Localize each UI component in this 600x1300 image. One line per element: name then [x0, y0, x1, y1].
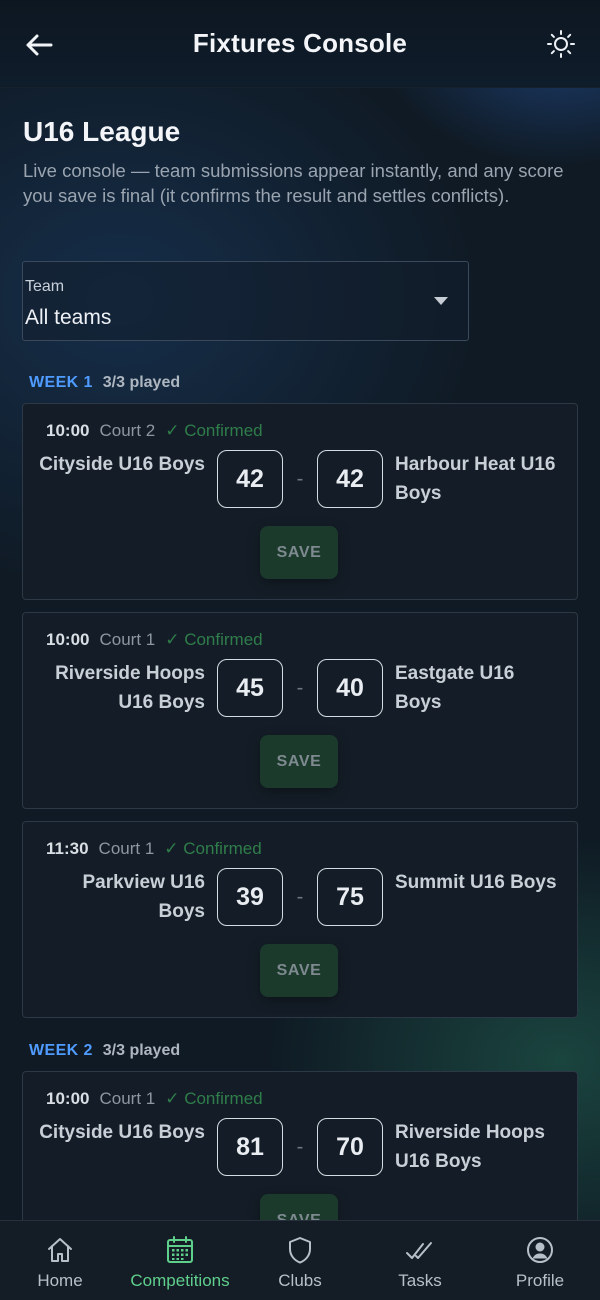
league-description: Live console — team submissions appear i…	[23, 160, 564, 206]
week-header: WEEK 1 3/3 played	[29, 374, 180, 392]
fixture-court: Court 2	[99, 421, 156, 440]
fixture-card: 10:00 Court 1 ✓ Confirmed Riverside Hoop…	[22, 612, 578, 809]
fixture-time: 10:00	[46, 630, 90, 649]
arrow-left-icon	[26, 34, 53, 56]
week-played-count: 3/3 played	[102, 1042, 181, 1059]
home-icon	[48, 1238, 72, 1262]
fixture-status: ✓ Confirmed	[165, 630, 263, 649]
team-select[interactable]: Team All teams	[22, 261, 469, 341]
week-label: WEEK 2	[29, 1042, 93, 1059]
shield-icon	[289, 1237, 311, 1264]
save-button[interactable]: SAVE	[260, 944, 338, 997]
fixture-status: ✓ Confirmed	[165, 421, 263, 440]
fixture-status: ✓ Confirmed	[165, 1089, 263, 1108]
caret-down-icon	[434, 297, 448, 305]
fixture-card: 10:00 Court 1 ✓ Confirmed Cityside U16 B…	[22, 1071, 578, 1220]
fixture-card: 11:30 Court 1 ✓ Confirmed Parkview U16 B…	[22, 821, 578, 1018]
sun-icon	[547, 30, 575, 58]
away-score-input[interactable]: 42	[317, 450, 383, 508]
save-button[interactable]: SAVE	[260, 526, 338, 579]
week-header: WEEK 2 3/3 played	[29, 1042, 180, 1060]
team-select-value: All teams	[25, 306, 112, 329]
score-separator: -	[296, 886, 304, 908]
calendar-icon	[167, 1236, 193, 1263]
nav-item-competitions[interactable]: Competitions	[120, 1221, 240, 1300]
home-score-input[interactable]: 81	[217, 1118, 283, 1176]
home-score-input[interactable]: 42	[217, 450, 283, 508]
week-played-count: 3/3 played	[102, 374, 181, 391]
theme-toggle-button[interactable]	[544, 27, 578, 61]
fixture-court: Court 1	[99, 1089, 156, 1108]
nav-label: Clubs	[278, 1271, 322, 1290]
away-team: Harbour Heat U16 Boys	[395, 454, 556, 504]
away-team: Eastgate U16 Boys	[395, 663, 515, 713]
fixture-time: 10:00	[46, 1089, 90, 1108]
week-label: WEEK 1	[29, 374, 93, 391]
score-separator: -	[296, 468, 304, 490]
save-button[interactable]: SAVE	[260, 1194, 338, 1220]
home-team: Parkview U16 Boys	[82, 872, 205, 922]
fixture-court: Court 1	[99, 630, 156, 649]
app-bar: Fixtures Console	[0, 0, 600, 88]
page-title: Fixtures Console	[192, 28, 408, 58]
away-score-input[interactable]: 75	[317, 868, 383, 926]
home-score-input[interactable]: 45	[217, 659, 283, 717]
bottom-nav: Home Competitions Clubs Tasks Profile	[0, 1220, 600, 1300]
away-team: Summit U16 Boys	[395, 872, 557, 893]
nav-label: Profile	[515, 1271, 565, 1290]
fixture-status: ✓ Confirmed	[164, 839, 262, 858]
nav-item-profile[interactable]: Profile	[480, 1221, 600, 1300]
profile-icon	[527, 1237, 553, 1263]
nav-item-home[interactable]: Home	[0, 1221, 120, 1300]
away-score-input[interactable]: 70	[317, 1118, 383, 1176]
save-button[interactable]: SAVE	[260, 735, 338, 788]
home-team: Riverside Hoops U16 Boys	[55, 663, 205, 713]
away-team: Riverside Hoops U16 Boys	[395, 1122, 545, 1172]
league-title: U16 League	[23, 116, 181, 147]
score-separator: -	[296, 1136, 304, 1158]
nav-label: Tasks	[398, 1271, 442, 1290]
fixture-time: 11:30	[46, 839, 89, 858]
fixture-card: 10:00 Court 2 ✓ Confirmed Cityside U16 B…	[22, 403, 578, 600]
nav-item-clubs[interactable]: Clubs	[240, 1221, 360, 1300]
double-check-icon	[406, 1242, 432, 1259]
nav-label: Competitions	[130, 1271, 230, 1290]
home-score-input[interactable]: 39	[217, 868, 283, 926]
nav-label: Home	[37, 1271, 83, 1290]
away-score-input[interactable]: 40	[317, 659, 383, 717]
score-separator: -	[296, 677, 304, 699]
nav-item-tasks[interactable]: Tasks	[360, 1221, 480, 1300]
back-button[interactable]	[22, 28, 56, 62]
fixtures-content[interactable]: U16 League Live console — team submissio…	[0, 88, 600, 1220]
home-team: Cityside U16 Boys	[39, 1122, 205, 1143]
home-team: Cityside U16 Boys	[39, 454, 205, 475]
fixture-time: 10:00	[46, 421, 90, 440]
fixture-court: Court 1	[98, 839, 155, 858]
team-select-label: Team	[25, 278, 65, 295]
